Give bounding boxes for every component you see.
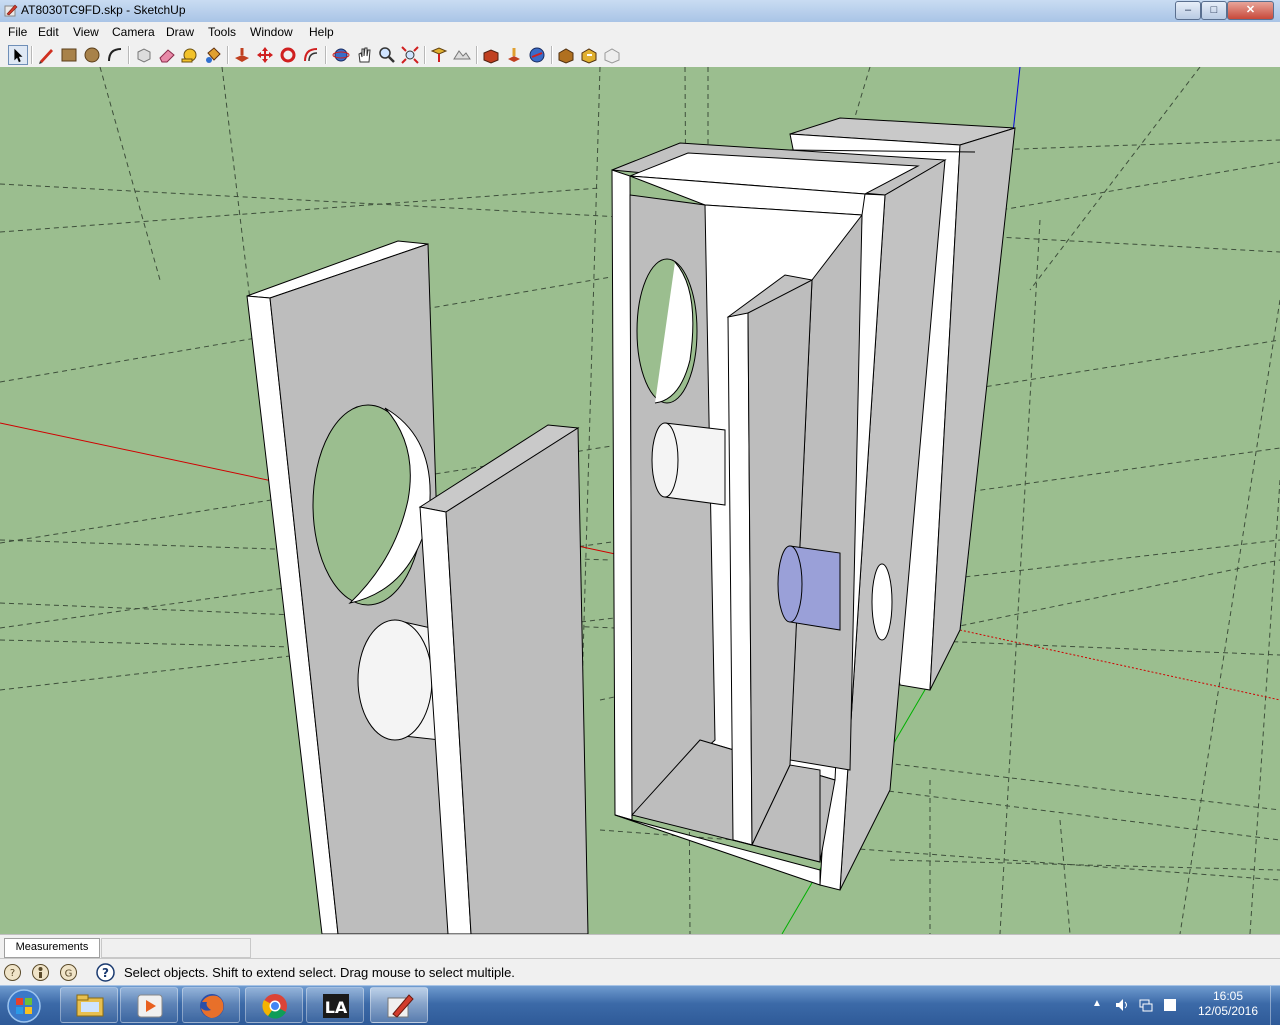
status-bar: ? G ? Select objects. Shift to extend se…: [0, 958, 1280, 986]
orbit-icon[interactable]: [331, 45, 351, 65]
window-title: AT8030TC9FD.skp - SketchUp: [21, 3, 186, 17]
help-icon[interactable]: ?: [96, 963, 115, 982]
chrome-icon: [262, 994, 287, 1019]
send-to-layout-icon[interactable]: [579, 45, 599, 65]
sketchup-app-icon: [4, 4, 18, 17]
menu-edit[interactable]: Edit: [38, 25, 59, 39]
select-icon[interactable]: [8, 45, 28, 65]
credits-icon[interactable]: [31, 963, 50, 982]
svg-text:?: ?: [10, 968, 15, 979]
model-viewport[interactable]: [0, 67, 1280, 934]
taskbar-media-player[interactable]: [120, 987, 178, 1023]
add-location-icon[interactable]: [429, 45, 449, 65]
share-component-icon[interactable]: [527, 45, 547, 65]
open-box: [611, 142, 947, 891]
layout-icon: LA: [323, 994, 349, 1018]
taskbar-file-explorer[interactable]: [60, 987, 118, 1023]
pan-icon[interactable]: [354, 45, 374, 65]
system-clock[interactable]: 16:05 12/05/2016: [1188, 989, 1268, 1019]
make-component-icon[interactable]: [134, 45, 154, 65]
start-button[interactable]: [4, 987, 44, 1024]
menu-draw[interactable]: Draw: [166, 25, 194, 39]
get-models-icon[interactable]: [481, 45, 501, 65]
taskbar-chrome[interactable]: [245, 987, 303, 1023]
maximize-button[interactable]: □: [1201, 1, 1227, 20]
taskbar-sketchup[interactable]: [370, 987, 428, 1023]
geo-location-icon[interactable]: ?: [3, 963, 22, 982]
show-desktop-button[interactable]: [1270, 986, 1280, 1025]
taskbar: LA ▲ 16:05 12/05/2016: [0, 985, 1280, 1025]
arc-icon[interactable]: [105, 45, 125, 65]
sign-in-icon[interactable]: G: [59, 963, 78, 982]
left-baffle-board: [246, 240, 451, 934]
push-pull-icon[interactable]: [232, 45, 252, 65]
minimize-button[interactable]: –: [1175, 1, 1201, 20]
taskbar-firefox[interactable]: [182, 987, 240, 1023]
close-button[interactable]: ✕: [1227, 1, 1274, 20]
tape-measure-icon[interactable]: [180, 45, 200, 65]
svg-text:LA: LA: [325, 998, 348, 1017]
file-explorer-icon: [76, 994, 104, 1017]
action-center-icon[interactable]: [1162, 997, 1178, 1013]
menu-help[interactable]: Help: [309, 25, 334, 39]
zoom-icon[interactable]: [377, 45, 397, 65]
zoom-extents-icon[interactable]: [400, 45, 420, 65]
red-axis-hidden: [959, 629, 1280, 701]
pencil-line-icon[interactable]: [36, 45, 56, 65]
extension-warehouse-icon[interactable]: [556, 45, 576, 65]
svg-text:?: ?: [102, 966, 109, 980]
media-player-icon: [137, 994, 163, 1018]
title-bar: AT8030TC9FD.skp - SketchUp – □ ✕: [0, 0, 1280, 23]
paint-bucket-icon[interactable]: [203, 45, 223, 65]
volume-icon[interactable]: [1114, 997, 1130, 1013]
model-scene: [0, 67, 1280, 934]
rotate-icon[interactable]: [278, 45, 298, 65]
menu-view[interactable]: View: [73, 25, 99, 39]
clock-date: 12/05/2016: [1197, 1004, 1259, 1018]
toolbar: [0, 42, 1280, 68]
firefox-icon: [200, 994, 224, 1018]
clock-time: 16:05: [1212, 989, 1244, 1003]
preview-icon[interactable]: [602, 45, 622, 65]
menu-window[interactable]: Window: [250, 25, 293, 39]
menu-file[interactable]: File: [8, 25, 27, 39]
front-board: [418, 424, 589, 934]
measurements-input[interactable]: [101, 938, 251, 958]
eraser-icon[interactable]: [157, 45, 177, 65]
network-icon[interactable]: [1138, 997, 1154, 1013]
menu-tools[interactable]: Tools: [208, 25, 236, 39]
sketchup-icon: [387, 994, 414, 1018]
svg-text:G: G: [65, 969, 73, 980]
menu-camera[interactable]: Camera: [112, 25, 155, 39]
measurements-label: Measurements: [4, 938, 100, 958]
offset-icon[interactable]: [301, 45, 321, 65]
status-text: Select objects. Shift to extend select. …: [124, 965, 515, 980]
circle-icon[interactable]: [82, 45, 102, 65]
taskbar-layout[interactable]: LA: [306, 987, 364, 1023]
move-icon[interactable]: [255, 45, 275, 65]
menu-bar: File Edit View Camera Draw Tools Window …: [0, 22, 1280, 42]
rectangle-icon[interactable]: [59, 45, 79, 65]
tray-expand-icon[interactable]: ▲: [1092, 998, 1102, 1009]
toggle-terrain-icon[interactable]: [452, 45, 472, 65]
share-model-icon[interactable]: [504, 45, 524, 65]
measurements-bar: Measurements: [0, 934, 1280, 959]
